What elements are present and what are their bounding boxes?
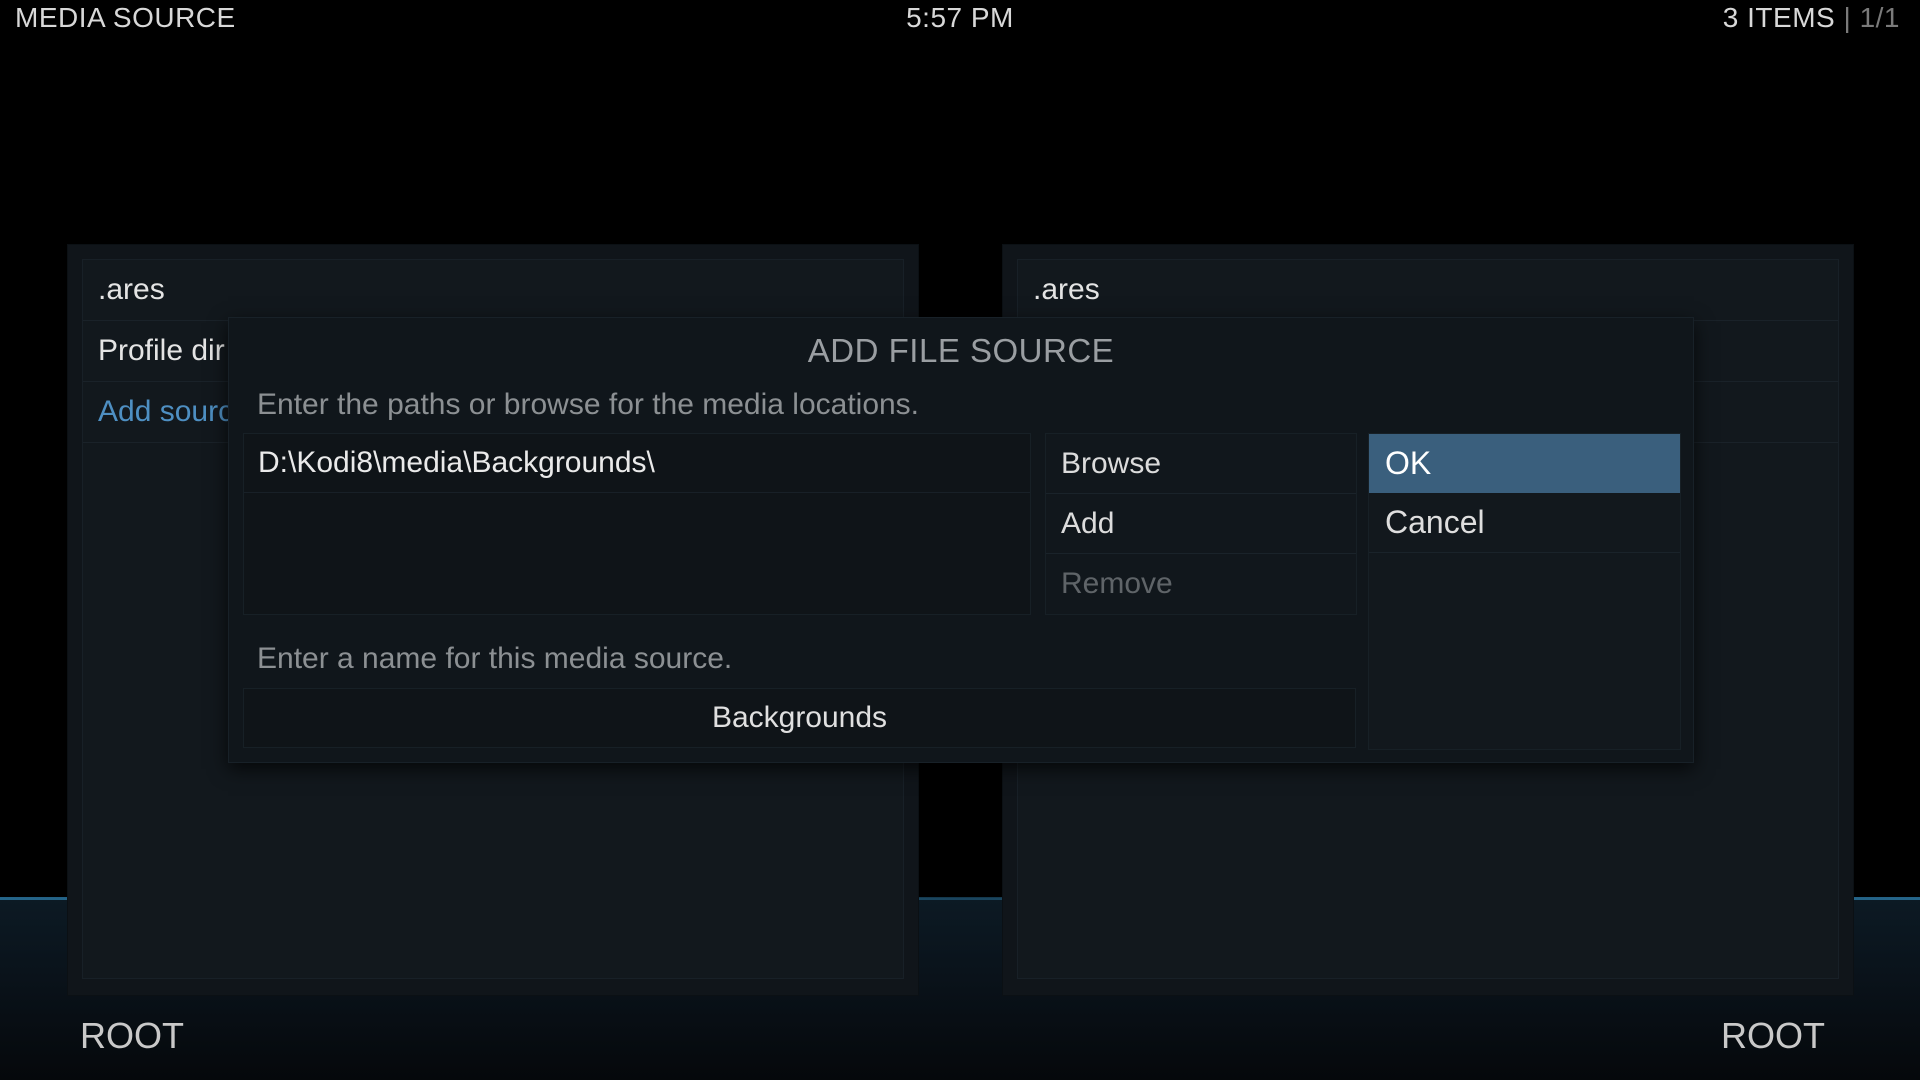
dialog-title: ADD FILE SOURCE: [807, 332, 1115, 369]
list-item-ares[interactable]: .ares: [83, 260, 903, 321]
counter-separator: |: [1843, 2, 1852, 33]
items-count: 3 ITEMS: [1722, 2, 1836, 33]
kodi-screen: MEDIA SOURCE 5:57 PM 3 ITEMS | 1/1 .ares…: [0, 0, 1920, 1080]
right-panel-footer: ROOT: [1721, 1015, 1825, 1056]
confirm-actions: OK Cancel: [1368, 433, 1681, 750]
list-item-ares-right[interactable]: .ares: [1018, 260, 1838, 321]
add-file-source-dialog: ADD FILE SOURCE Enter the paths or brows…: [228, 317, 1694, 763]
cancel-button[interactable]: Cancel: [1369, 493, 1680, 553]
ok-button[interactable]: OK: [1369, 434, 1680, 493]
name-hint: Enter a name for this media source.: [257, 642, 733, 675]
add-button[interactable]: Add: [1046, 494, 1356, 554]
browse-button[interactable]: Browse: [1046, 434, 1356, 494]
page-indicator: 1/1: [1859, 2, 1900, 33]
clock: 5:57 PM: [906, 2, 1014, 33]
path-actions: Browse Add Remove: [1045, 433, 1357, 615]
left-panel-footer: ROOT: [80, 1015, 184, 1056]
remove-button[interactable]: Remove: [1046, 554, 1356, 613]
path-item[interactable]: D:\Kodi8\media\Backgrounds\: [244, 434, 1030, 493]
paths-hint: Enter the paths or browse for the media …: [257, 388, 920, 421]
source-name-field[interactable]: Backgrounds: [243, 688, 1356, 748]
paths-list: D:\Kodi8\media\Backgrounds\: [243, 433, 1031, 615]
items-counter: 3 ITEMS | 1/1: [1723, 0, 1900, 36]
